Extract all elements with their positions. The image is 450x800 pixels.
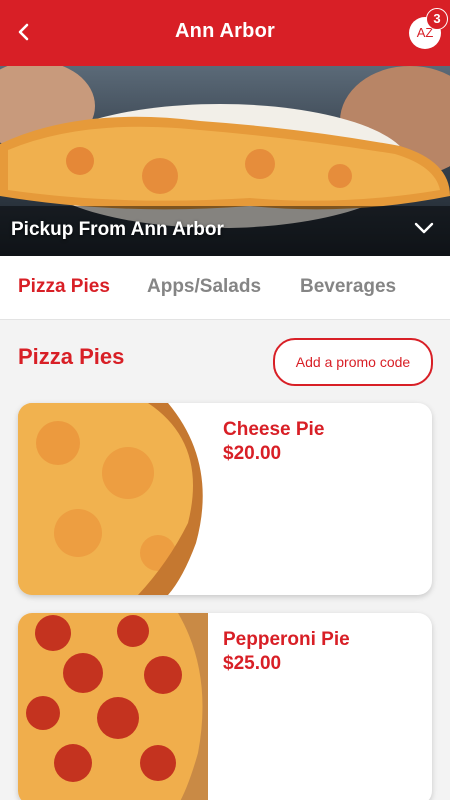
tab-apps-salads[interactable]: Apps/Salads: [147, 276, 261, 298]
menu-item-card[interactable]: Pepperoni Pie $25.00: [18, 613, 432, 800]
item-price: $25.00: [223, 653, 282, 674]
tab-beverages[interactable]: Beverages: [300, 276, 396, 298]
top-bar: Ann Arbor AZ 3: [0, 0, 450, 66]
location-toggle-button[interactable]: [412, 218, 436, 238]
item-name: Cheese Pie: [223, 419, 325, 440]
add-promo-code-button[interactable]: Add a promo code: [273, 338, 433, 386]
section-title: Pizza Pies: [18, 344, 125, 369]
page-title: Ann Arbor: [175, 20, 275, 42]
hero-banner[interactable]: Pickup From Ann Arbor: [0, 66, 450, 256]
cart-count-badge[interactable]: 3: [426, 8, 448, 30]
item-name: Pepperoni Pie: [223, 629, 350, 650]
pickup-location-caption: Pickup From Ann Arbor: [11, 219, 224, 240]
category-tabs: Pizza Pies Apps/Salads Beverages: [0, 256, 450, 320]
chevron-down-icon: [414, 222, 434, 234]
cheese-pie-image: [18, 403, 208, 595]
menu-item-card[interactable]: Cheese Pie $20.00: [18, 403, 432, 595]
item-price: $20.00: [223, 443, 282, 464]
pepperoni-pie-image: [18, 613, 208, 800]
tab-pizza-pies[interactable]: Pizza Pies: [18, 276, 110, 298]
